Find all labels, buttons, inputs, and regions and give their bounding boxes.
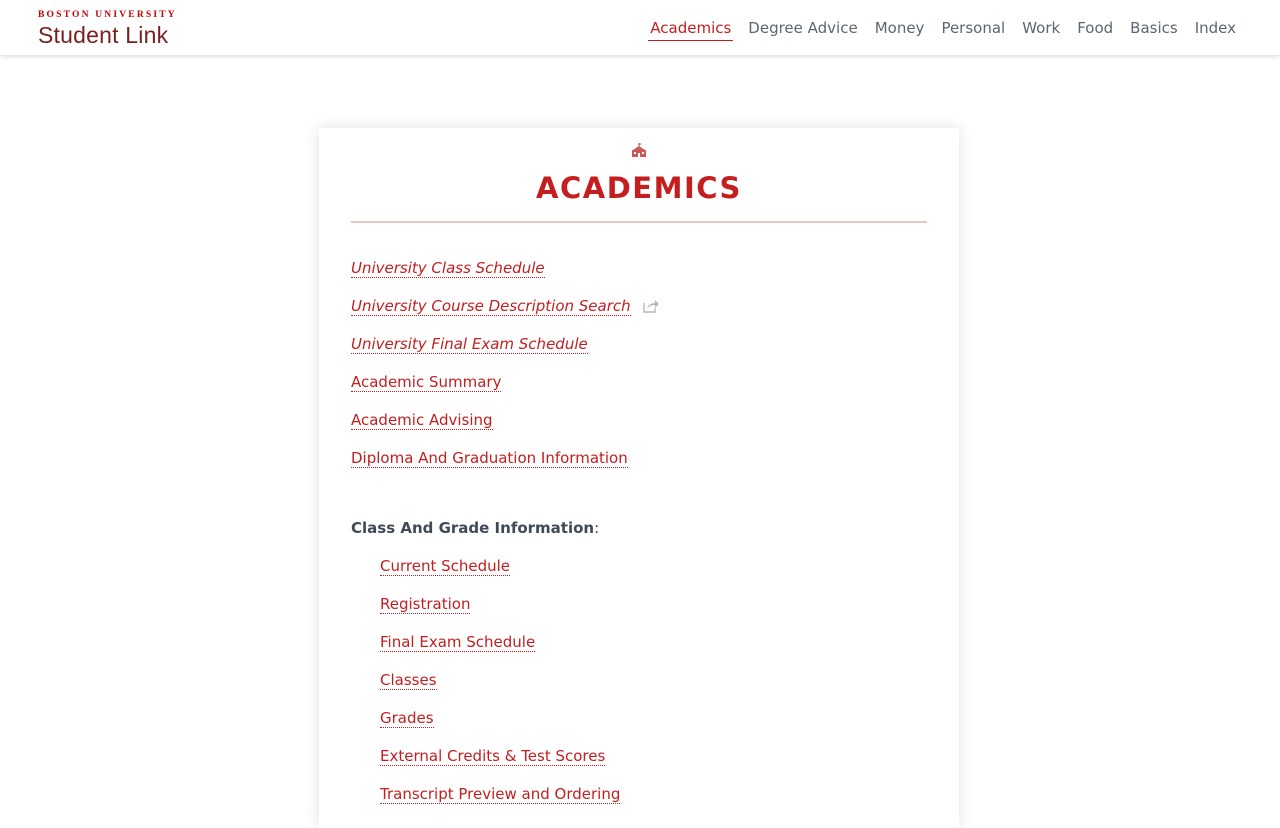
list-item: Final Exam Schedule <box>380 630 536 654</box>
school-building-icon <box>319 142 959 162</box>
page-title: ACADEMICS <box>536 171 742 205</box>
top-navigation-bar: BOSTON UNIVERSITY Student Link Academics… <box>0 0 1280 56</box>
section-heading-colon: : <box>594 519 600 537</box>
link-university-final-exam-schedule[interactable]: University Final Exam Schedule <box>351 335 588 354</box>
section-heading-text: Class And Grade Information <box>351 519 595 537</box>
nav-food[interactable]: Food <box>1075 16 1115 40</box>
link-academic-advising[interactable]: Academic Advising <box>351 411 493 430</box>
list-item: University Final Exam Schedule <box>351 332 588 356</box>
list-item: Academic Summary <box>351 370 502 394</box>
title-divider <box>351 221 927 223</box>
main-nav: Academics Degree Advice Money Personal W… <box>635 0 1238 56</box>
link-current-schedule[interactable]: Current Schedule <box>380 557 511 576</box>
link-transcript-preview-ordering[interactable]: Transcript Preview and Ordering <box>380 785 621 804</box>
link-diploma-graduation-info[interactable]: Diploma And Graduation Information <box>351 449 628 468</box>
nav-basics[interactable]: Basics <box>1128 16 1180 40</box>
student-link-logo[interactable]: BOSTON UNIVERSITY Student Link <box>38 10 198 48</box>
link-classes[interactable]: Classes <box>380 671 437 690</box>
list-item: Registration <box>380 592 471 616</box>
list-item: Transcript Preview and Ordering <box>380 782 621 806</box>
list-item: University Course Description Search <box>351 294 660 318</box>
nav-index[interactable]: Index <box>1193 16 1238 40</box>
nav-personal[interactable]: Personal <box>939 16 1007 40</box>
list-item: Grades <box>380 706 434 730</box>
list-item: External Credits & Test Scores <box>380 744 606 768</box>
list-item: Academic Advising <box>351 408 493 432</box>
list-item: Current Schedule <box>380 554 511 578</box>
list-item: Classes <box>380 668 437 692</box>
external-share-icon[interactable] <box>642 298 660 314</box>
link-university-class-schedule[interactable]: University Class Schedule <box>351 259 545 278</box>
link-academic-summary[interactable]: Academic Summary <box>351 373 502 392</box>
nav-money[interactable]: Money <box>873 16 927 40</box>
nav-degree-advice[interactable]: Degree Advice <box>746 16 859 40</box>
link-registration[interactable]: Registration <box>380 595 471 614</box>
logo-student-link-text: Student Link <box>38 22 169 48</box>
link-final-exam-schedule[interactable]: Final Exam Schedule <box>380 633 536 652</box>
list-item: Diploma And Graduation Information <box>351 446 628 470</box>
section-heading-class-grade: Class And Grade Information: <box>351 516 599 540</box>
link-university-course-description-search[interactable]: University Course Description Search <box>351 297 631 316</box>
link-grades[interactable]: Grades <box>380 709 434 728</box>
logo-university-text: BOSTON UNIVERSITY <box>38 10 177 20</box>
academics-card: ACADEMICS University Class Schedule Univ… <box>319 128 959 828</box>
nav-academics[interactable]: Academics <box>648 16 734 41</box>
list-item: University Class Schedule <box>351 256 545 280</box>
nav-work[interactable]: Work <box>1020 16 1062 40</box>
link-external-credits-test-scores[interactable]: External Credits & Test Scores <box>380 747 606 766</box>
